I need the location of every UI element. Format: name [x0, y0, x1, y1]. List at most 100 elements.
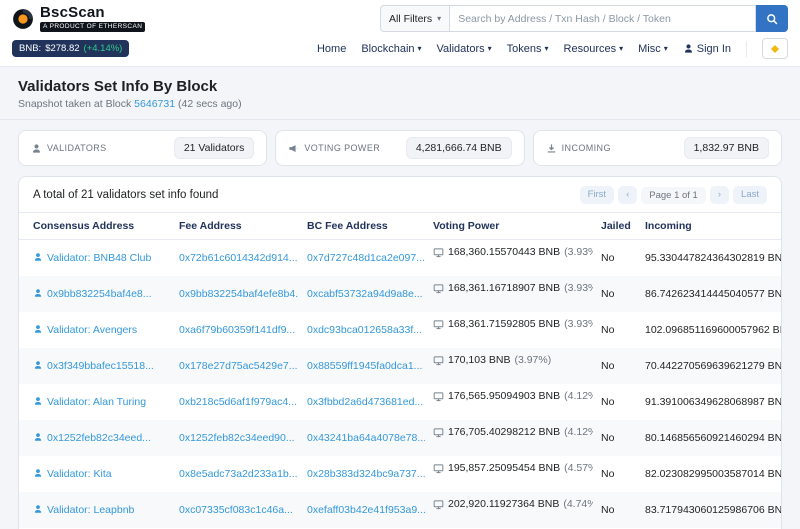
voting-power-percent: (4.57%): [564, 462, 593, 475]
bc-fee-address-link[interactable]: 0x43241ba64a4078e78...: [307, 432, 425, 444]
bc-fee-address-link[interactable]: 0xdc93bca012658a33f...: [307, 324, 422, 336]
validator-user-icon: [33, 361, 43, 373]
sign-in-link[interactable]: Sign In: [683, 43, 731, 55]
validators-table: Consensus Address Fee Address BC Fee Add…: [19, 212, 781, 529]
validator-user-icon: [33, 397, 43, 409]
col-consensus-address: Consensus Address: [19, 212, 171, 241]
voting-power-percent: (3.93%): [564, 318, 593, 331]
fee-address-link[interactable]: 0x72b61c6014342d914...: [179, 252, 298, 264]
voting-power-icon: [433, 247, 444, 258]
bc-fee-address-link[interactable]: 0x3fbbd2a6d473681ed...: [307, 396, 423, 408]
voting-power-icon: [433, 355, 444, 366]
search-input[interactable]: [450, 5, 756, 32]
bc-fee-address-link[interactable]: 0x88559ff1945fa0dca1...: [307, 360, 422, 372]
validator-user-icon: [33, 289, 43, 301]
incoming-value: 91.391006349628068987 BNB: [645, 396, 781, 409]
fee-address-link[interactable]: 0x1252feb82c34eed90...: [179, 432, 295, 444]
nav-validators[interactable]: Validators ▾: [437, 43, 492, 55]
stat-label-voting-power: Voting Power: [304, 143, 381, 153]
consensus-address-link[interactable]: 0x9bb832254baf4e8...: [47, 288, 152, 300]
logo-subtitle: A product of Etherscan: [40, 22, 146, 32]
voting-power-percent: (3.93%): [564, 282, 593, 295]
consensus-address-link[interactable]: Validator: Avengers: [47, 324, 137, 336]
jailed-value: No: [601, 468, 615, 481]
snapshot-line: Snapshot taken at Block 5646731 (42 secs…: [18, 98, 782, 110]
table-row: 0x9bb832254baf4e8... 0x9bb832254baf4efe8…: [19, 276, 781, 313]
jailed-value: No: [601, 396, 615, 409]
table-row: 0x3f349bbafec15518... 0x178e27d75ac5429e…: [19, 348, 781, 385]
page-title: Validators Set Info By Block: [18, 78, 218, 95]
megaphone-icon: [289, 144, 298, 152]
voting-power-icon: [433, 319, 444, 330]
validators-table-card: A total of 21 validators set info found …: [18, 176, 782, 529]
nav-tokens[interactable]: Tokens ▾: [507, 43, 549, 55]
stat-card-validators: Validators 21 Validators: [18, 130, 268, 166]
voting-power-value: 202,920.11927364 BNB: [448, 498, 560, 511]
voting-power-percent: (4.74%): [563, 498, 593, 511]
validators-table-body: Validator: BNB48 Club 0x72b61c6014342d91…: [19, 240, 781, 529]
table-summary: A total of 21 validators set info found: [33, 189, 219, 202]
pagination-page-indicator: Page 1 of 1: [641, 186, 706, 204]
chevron-down-icon: ▾: [437, 14, 442, 23]
fee-address-link[interactable]: 0x178e27d75ac5429e7...: [179, 360, 298, 372]
nav-misc[interactable]: Misc ▾: [638, 43, 668, 55]
voting-power-value: 176,705.40298212 BNB: [448, 426, 561, 439]
bc-fee-address-link[interactable]: 0xcabf53732a94d9a8e...: [307, 288, 423, 300]
fee-address-link[interactable]: 0xb218c5d6af1f979ac4...: [179, 396, 297, 408]
col-voting-power: Voting Power: [425, 212, 593, 241]
bnb-price-change: (+4.14%): [83, 43, 123, 54]
table-row: Validator: Alan Turing 0xb218c5d6af1f979…: [19, 384, 781, 420]
consensus-address-link[interactable]: 0x1252feb82c34eed...: [47, 432, 151, 444]
consensus-address-link[interactable]: Validator: Kita: [47, 468, 112, 480]
voting-power-value: 168,361.71592805 BNB: [448, 318, 561, 331]
chevron-down-icon: ▾: [544, 44, 549, 53]
bnb-price-value: $278.82: [45, 43, 80, 54]
user-icon: [684, 44, 692, 53]
stat-value-voting-power: 4,281,666.74 BNB: [405, 137, 512, 159]
consensus-address-link[interactable]: Validator: BNB48 Club: [47, 252, 151, 264]
fee-address-link[interactable]: 0x8e5adc73a2d233a1b...: [179, 468, 298, 480]
voting-power-icon: [433, 283, 444, 294]
incoming-value: 82.023082995003587014 BNB: [645, 468, 781, 481]
incoming-value: 102.096851169600057962 BNB: [645, 324, 781, 337]
snapshot-prefix: Snapshot taken at Block: [18, 98, 132, 110]
download-icon: [547, 143, 555, 153]
search-icon: [767, 13, 778, 24]
pagination-first-button[interactable]: First: [579, 186, 615, 205]
block-number-link[interactable]: 5646731: [134, 98, 175, 110]
pagination-prev-button[interactable]: ‹: [618, 186, 638, 205]
main-nav: Home Blockchain ▾ Validators ▾ Tokens ▾ Res…: [317, 38, 788, 59]
nav-home[interactable]: Home: [317, 43, 346, 55]
col-incoming: Incoming: [637, 212, 781, 241]
bc-fee-address-link[interactable]: 0xefaff03b42e41f953a9...: [307, 504, 425, 516]
voting-power-value: 168,361.16718907 BNB: [448, 282, 561, 295]
search-button[interactable]: [756, 5, 788, 32]
bscscan-logo-icon: [13, 8, 33, 29]
consensus-address-link[interactable]: 0x3f349bbafec15518...: [47, 360, 154, 372]
fee-address-link[interactable]: 0xc07335cf083c1c46a...: [179, 504, 293, 516]
jailed-value: No: [601, 432, 615, 445]
voting-power-percent: (3.93%): [564, 246, 593, 259]
incoming-value: 95.330447824364302819 BNB: [645, 252, 781, 265]
bsc-network-button[interactable]: [762, 38, 788, 59]
bscscan-logo[interactable]: BscScan A product of Etherscan: [12, 5, 146, 32]
nav-resources[interactable]: Resources ▾: [564, 43, 624, 55]
search-filter-dropdown[interactable]: All Filters ▾: [380, 5, 451, 32]
stat-value-validators: 21 Validators: [173, 137, 255, 159]
col-fee-address: Fee Address: [171, 212, 299, 241]
table-row: 0x1252feb82c34eed... 0x1252feb82c34eed90…: [19, 420, 781, 457]
fee-address-link[interactable]: 0xa6f79b60359f141df9...: [179, 324, 295, 336]
chevron-down-icon: ▾: [663, 44, 668, 53]
incoming-value: 70.442270569639621279 BNB: [645, 360, 781, 373]
pagination-next-button[interactable]: ›: [709, 186, 730, 205]
table-row: Validator: BNB48 Club 0x72b61c6014342d91…: [19, 240, 781, 277]
bc-fee-address-link[interactable]: 0x7d727c48d1ca2e097...: [307, 252, 425, 264]
consensus-address-link[interactable]: Validator: Alan Turing: [47, 396, 146, 408]
fee-address-link[interactable]: 0x9bb832254baf4efe8b4...: [179, 288, 299, 300]
bc-fee-address-link[interactable]: 0x28b383d324bc9a737...: [307, 468, 425, 480]
pagination-last-button[interactable]: Last: [733, 186, 767, 205]
consensus-address-link[interactable]: Validator: Leapbnb: [47, 504, 134, 516]
validator-user-icon: [33, 433, 43, 445]
search-bar: All Filters ▾: [380, 5, 788, 32]
nav-blockchain[interactable]: Blockchain ▾: [361, 43, 421, 55]
